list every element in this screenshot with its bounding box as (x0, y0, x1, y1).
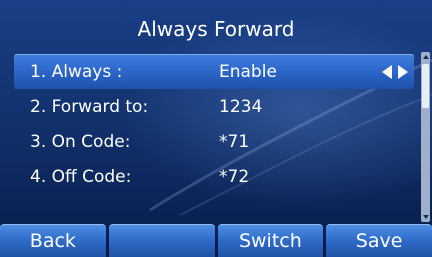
softkey-bar: Back Switch Save (0, 224, 432, 257)
right-arrow-icon[interactable] (398, 64, 408, 79)
left-arrow-icon[interactable] (382, 64, 392, 79)
scroll-down-icon[interactable] (421, 212, 430, 222)
option-arrows[interactable] (382, 54, 408, 89)
phone-screen: Always Forward 1. Always : Enable 2. For… (0, 0, 432, 257)
always-value: Enable (219, 61, 277, 82)
scroll-thumb[interactable] (422, 64, 429, 108)
forward-to-label: 2. Forward to: (30, 96, 149, 117)
forward-to-value: 1234 (219, 96, 263, 117)
page-title: Always Forward (137, 17, 295, 41)
row-forward-to[interactable]: 2. Forward to: 1234 (14, 89, 414, 124)
empty-softkey[interactable] (108, 224, 215, 257)
back-button[interactable]: Back (0, 224, 106, 257)
scrollbar[interactable] (421, 52, 430, 222)
always-label: 1. Always : (30, 61, 123, 82)
scroll-up-icon[interactable] (421, 52, 430, 62)
row-on-code[interactable]: 3. On Code: *71 (14, 124, 414, 159)
on-code-value: *71 (219, 131, 250, 152)
switch-button[interactable]: Switch (217, 224, 324, 257)
on-code-label: 3. On Code: (30, 131, 131, 152)
row-off-code[interactable]: 4. Off Code: *72 (14, 159, 414, 194)
off-code-label: 4. Off Code: (30, 166, 132, 187)
settings-list: 1. Always : Enable 2. Forward to: 1234 3… (14, 54, 414, 194)
save-button[interactable]: Save (326, 224, 432, 257)
off-code-value: *72 (219, 166, 250, 187)
row-always[interactable]: 1. Always : Enable (14, 54, 414, 89)
